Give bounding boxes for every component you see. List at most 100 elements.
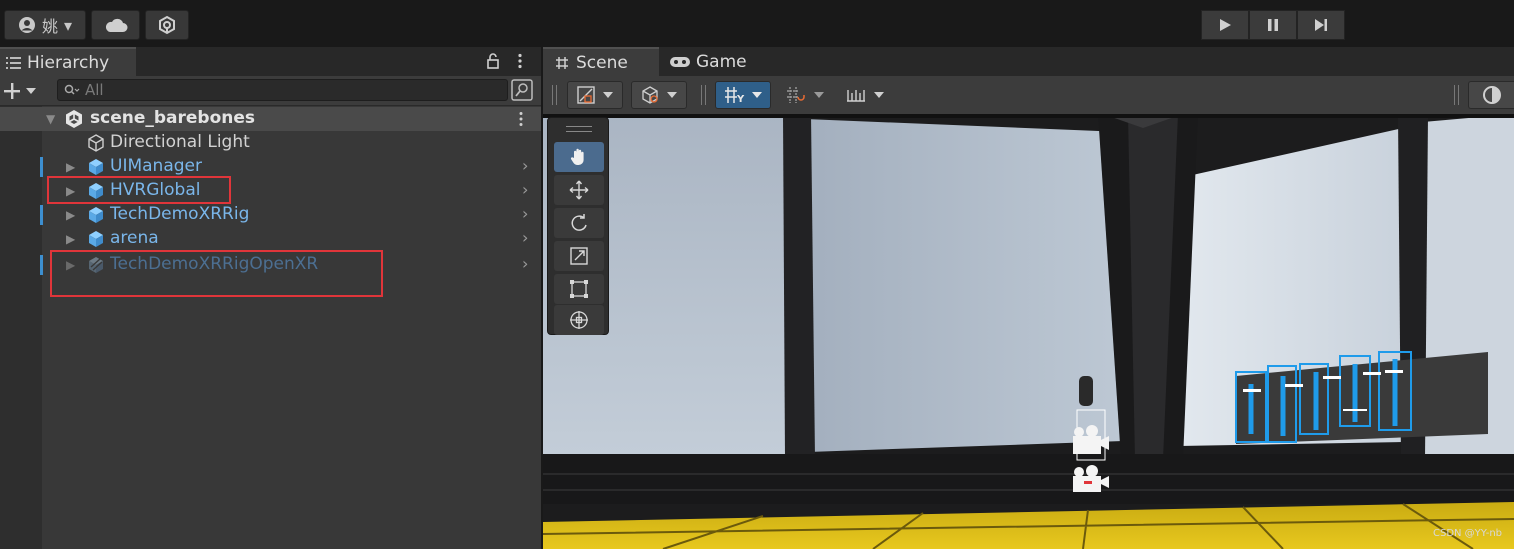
pause-icon	[1268, 19, 1278, 31]
prefab-icon	[89, 207, 103, 223]
search-icon	[64, 84, 80, 95]
scene-root-row[interactable]: ▼ scene_barebones	[0, 107, 541, 131]
item-label: arena	[110, 228, 159, 248]
hierarchy-title: Hierarchy	[27, 52, 110, 73]
play-button[interactable]	[1201, 10, 1249, 40]
hierarchy-search-input[interactable]: All	[57, 79, 508, 101]
plus-icon	[4, 83, 20, 99]
rotate-icon	[571, 214, 587, 231]
override-marker	[40, 205, 43, 225]
chevron-right-icon[interactable]: ›	[522, 204, 528, 223]
lighting-toggle[interactable]	[1468, 81, 1514, 109]
toolbar-separator	[701, 85, 706, 105]
grid-hash-icon	[556, 56, 568, 69]
scale-icon	[570, 247, 588, 265]
hierarchy-tab-bar: Hierarchy	[0, 47, 541, 76]
tab-scene-label: Scene	[576, 52, 628, 73]
gamepad-icon	[670, 56, 690, 67]
hierarchy-panel: Hierarchy All ▼ scene_barebones Directio…	[0, 47, 541, 549]
prefab-icon	[89, 159, 103, 175]
account-label: 姚	[41, 17, 58, 36]
cloud-icon	[105, 18, 127, 32]
hand-tool-button[interactable]	[554, 142, 604, 172]
collapsed-arrow-icon[interactable]: ▶	[66, 232, 75, 246]
chevron-down-icon	[603, 92, 613, 98]
cloud-button[interactable]	[91, 10, 140, 40]
tab-game[interactable]: Game	[669, 47, 769, 76]
grid-y-icon: Y	[725, 87, 745, 104]
grid-visibility-toggle[interactable]: Y	[715, 81, 771, 109]
draw-mode-icon	[577, 86, 595, 104]
hierarchy-item[interactable]: ▶ arena ›	[0, 227, 541, 251]
chevron-right-icon[interactable]: ›	[522, 156, 528, 175]
item-label: TechDemoXRRig	[110, 204, 250, 224]
create-button[interactable]	[3, 80, 43, 102]
scene-toolbar: Y	[543, 76, 1514, 114]
transform-tool-button[interactable]	[554, 305, 604, 335]
item-label: UIManager	[110, 156, 202, 176]
svg-text:Y: Y	[736, 94, 745, 104]
scene-menu-icon[interactable]	[518, 111, 524, 127]
toolbar-grip	[552, 85, 557, 105]
hierarchy-item[interactable]: Directional Light	[0, 131, 541, 155]
item-label: Directional Light	[110, 132, 250, 152]
tab-hierarchy[interactable]: Hierarchy	[0, 47, 136, 76]
step-icon	[1315, 19, 1327, 31]
unity-scene-icon	[66, 110, 82, 128]
shading-mode-dropdown[interactable]	[631, 81, 687, 109]
transform-icon	[570, 311, 588, 329]
play-icon	[1220, 19, 1231, 31]
lock-icon[interactable]	[486, 53, 500, 69]
scene-viewport[interactable]: CSDN @YY-nb	[543, 114, 1514, 549]
search-placeholder: All	[85, 81, 104, 99]
hierarchy-item[interactable]: ▶ TechDemoXRRig ›	[0, 203, 541, 227]
watermark-text: CSDN @YY-nb	[1432, 528, 1502, 539]
ruler-icon	[847, 90, 865, 102]
scene-search-icon[interactable]	[511, 79, 533, 101]
shading-cube-icon	[642, 86, 658, 104]
snap-grid-icon	[787, 87, 805, 103]
hand-icon	[570, 148, 584, 165]
move-arrows-icon	[569, 180, 589, 200]
grid-snap-toggle[interactable]	[779, 81, 831, 109]
highlight-box-openxr-rig	[50, 250, 383, 297]
chevron-down-icon: ▾	[63, 15, 73, 35]
scene-tab-bar: Scene Game	[543, 47, 1514, 76]
chevron-right-icon[interactable]: ›	[522, 228, 528, 247]
highlight-box-hvrglobal	[47, 176, 231, 204]
account-button[interactable]: 姚 ▾	[4, 10, 86, 40]
list-icon	[6, 56, 21, 69]
prefab-icon	[89, 231, 103, 247]
overlay-grip[interactable]	[566, 126, 592, 132]
tab-scene[interactable]: Scene	[543, 47, 659, 76]
chevron-down-icon	[874, 92, 884, 98]
hierarchy-search-row: All	[0, 76, 541, 106]
scene-panel: Scene Game Y CSDN @YY-nb	[543, 47, 1514, 549]
rotate-tool-button[interactable]	[554, 208, 604, 238]
more-options-icon[interactable]	[517, 53, 523, 69]
collapsed-arrow-icon[interactable]: ▶	[66, 160, 75, 174]
chevron-right-icon[interactable]: ›	[522, 254, 528, 273]
gameobject-icon	[88, 134, 104, 152]
increment-snap-dropdown[interactable]	[837, 81, 893, 109]
draw-mode-dropdown[interactable]	[567, 81, 623, 109]
playmode-controls	[1201, 10, 1345, 40]
collapsed-arrow-icon[interactable]: ▶	[66, 208, 75, 222]
rect-tool-button[interactable]	[554, 274, 604, 304]
expanded-arrow-icon[interactable]: ▼	[46, 112, 55, 126]
move-tool-button[interactable]	[554, 175, 604, 205]
chevron-down-icon	[752, 92, 762, 98]
collab-icon	[159, 15, 175, 35]
collab-button[interactable]	[145, 10, 189, 40]
account-icon	[18, 17, 35, 33]
chevron-down-icon	[26, 88, 36, 94]
pause-button[interactable]	[1249, 10, 1297, 40]
scene-view-render	[543, 114, 1514, 549]
chevron-down-icon	[814, 92, 824, 98]
rect-transform-icon	[570, 280, 588, 298]
transform-tools-overlay	[547, 117, 609, 335]
scale-tool-button[interactable]	[554, 241, 604, 271]
chevron-down-icon	[667, 92, 677, 98]
chevron-right-icon[interactable]: ›	[522, 180, 528, 199]
step-button[interactable]	[1297, 10, 1345, 40]
